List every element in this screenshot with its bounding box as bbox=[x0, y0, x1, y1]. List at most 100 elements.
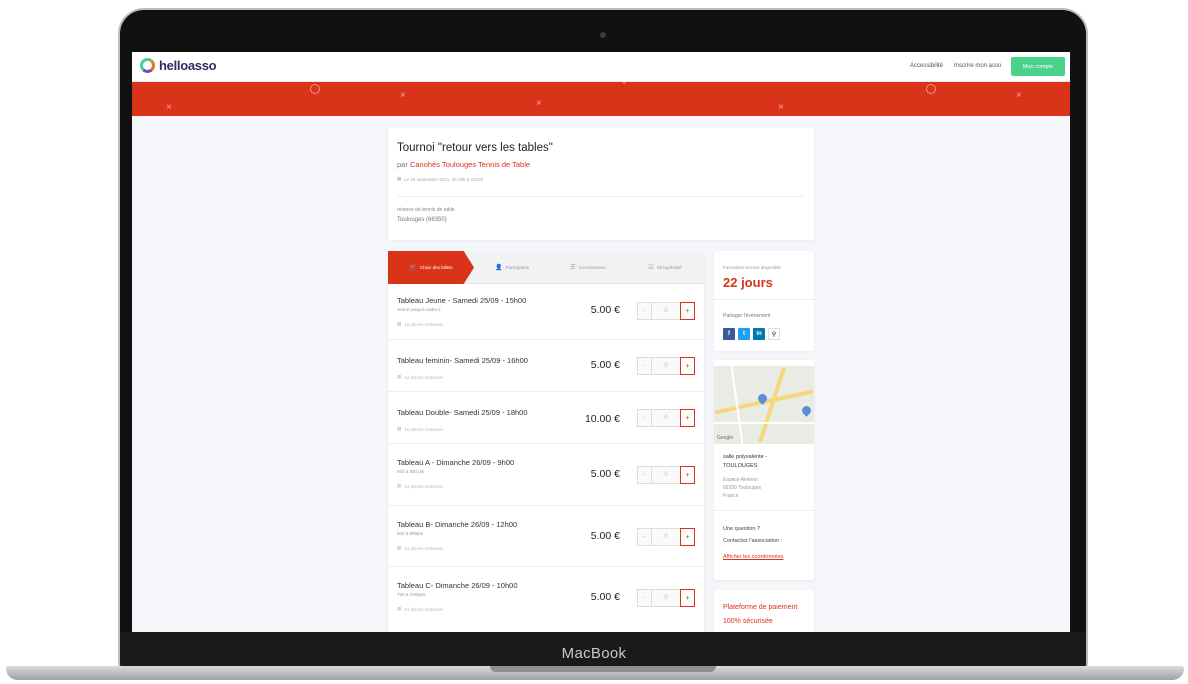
quantity-value[interactable]: 0 bbox=[652, 302, 680, 320]
quantity-stepper: − 0 + bbox=[637, 302, 695, 320]
ticket-name: Tableau feminin- Samedi 25/09 - 16h00 bbox=[397, 356, 528, 365]
increase-button[interactable]: + bbox=[680, 357, 695, 375]
location-card: Google salle polyvalente - TOULOUGES Esp… bbox=[714, 360, 814, 580]
decrease-button[interactable]: − bbox=[637, 357, 652, 375]
increase-button[interactable]: + bbox=[680, 302, 695, 320]
facebook-icon[interactable]: f bbox=[723, 328, 735, 340]
device-label: MacBook bbox=[561, 645, 627, 662]
ticket-row: Tableau B- Dimanche 26/09 - 12h00 500 à … bbox=[388, 506, 704, 567]
ticket-icon: ▦ bbox=[397, 606, 402, 611]
secure-payment-card: Plateforme de paiement 100% sécurisée bbox=[714, 590, 814, 632]
ticket-remaining: ▦ 24 places restantes bbox=[397, 483, 443, 489]
banner-ring-icon bbox=[310, 84, 320, 94]
camera-icon bbox=[600, 32, 606, 38]
event-title: Tournoi "retour vers les tables" bbox=[397, 142, 553, 154]
cart-icon: 🛒 bbox=[409, 265, 417, 271]
ticket-subtitle: 500 à 800 pts bbox=[397, 469, 425, 474]
ticket-remaining-text: 24 places restantes bbox=[404, 606, 444, 612]
decrease-button[interactable]: − bbox=[637, 589, 652, 607]
ticket-name: Tableau A - Dimanche 26/09 - 9h00 bbox=[397, 458, 515, 467]
quantity-value[interactable]: 0 bbox=[652, 589, 680, 607]
register-association-link[interactable]: Inscrire mon asso bbox=[954, 63, 1001, 69]
ticket-subtitle: 500 à 999pts bbox=[397, 531, 424, 536]
organizer-link[interactable]: Canohès Toulouges Tennis de Table bbox=[410, 160, 530, 169]
decrease-button[interactable]: − bbox=[637, 409, 652, 427]
logo[interactable]: helloasso bbox=[140, 58, 217, 73]
ticket-row: Tableau A - Dimanche 26/09 - 9h00 500 à … bbox=[388, 444, 704, 506]
event-date: ▦ Le 25 septembre 2021, de 09h à 23h30 bbox=[397, 176, 483, 182]
ticket-name: Tableau C- Dimanche 26/09 - 10h00 bbox=[397, 581, 518, 590]
tab-participants[interactable]: 👤 Participants bbox=[474, 251, 550, 284]
ticket-price: 5.00 € bbox=[590, 468, 620, 480]
availability-card: Formulaire encore disponible 22 jours Pa… bbox=[714, 251, 814, 351]
banner-cross-icon: × bbox=[400, 90, 406, 101]
decrease-button[interactable]: − bbox=[637, 302, 652, 320]
logo-icon bbox=[140, 58, 155, 73]
banner-cross-icon: × bbox=[166, 102, 172, 113]
decrease-button[interactable]: − bbox=[637, 528, 652, 546]
banner-cross-icon: + bbox=[622, 82, 627, 87]
quantity-stepper: − 0 + bbox=[637, 466, 695, 484]
quantity-value[interactable]: 0 bbox=[652, 409, 680, 427]
ticket-row: Tableau Double- Samedi 25/09 - 18h00 ▦ 1… bbox=[388, 392, 704, 444]
increase-button[interactable]: + bbox=[680, 589, 695, 607]
secure-payment-line2: 100% sécurisée bbox=[723, 618, 773, 625]
decrease-button[interactable]: − bbox=[637, 466, 652, 484]
ticket-icon: ▦ bbox=[397, 483, 402, 488]
ticket-price: 5.00 € bbox=[590, 530, 620, 542]
event-organizer: par Canohès Toulouges Tennis de Table bbox=[397, 160, 530, 169]
quantity-value[interactable]: 0 bbox=[652, 466, 680, 484]
tab-summary[interactable]: ☑ Récapitulatif bbox=[626, 251, 704, 284]
header-banner: × × × + × × bbox=[132, 82, 1070, 116]
map-road bbox=[714, 422, 814, 424]
link-icon[interactable]: ⚲ bbox=[768, 328, 780, 340]
tab-label: Choix des billets bbox=[419, 265, 453, 270]
ticket-price: 5.00 € bbox=[590, 591, 620, 603]
twitter-icon[interactable]: t bbox=[738, 328, 750, 340]
divider bbox=[714, 510, 814, 511]
increase-button[interactable]: + bbox=[680, 528, 695, 546]
list-icon: ☰ bbox=[570, 265, 576, 271]
banner-ring-icon bbox=[926, 84, 936, 94]
increase-button[interactable]: + bbox=[680, 466, 695, 484]
availability-label: Formulaire encore disponible bbox=[723, 265, 782, 270]
ticket-subtitle: Jeune jusqu'à cadet 2 bbox=[397, 307, 441, 312]
venue-address-line: Espace Aletenri bbox=[723, 477, 758, 483]
quantity-stepper: − 0 + bbox=[637, 589, 695, 607]
ticket-icon: ▦ bbox=[397, 374, 402, 379]
contact-text: Contactez l'association : bbox=[723, 538, 783, 544]
venue-address-line: 66350 Toulouges bbox=[723, 485, 761, 491]
quantity-stepper: − 0 + bbox=[637, 528, 695, 546]
event-info-card: Tournoi "retour vers les tables" par Can… bbox=[388, 128, 814, 240]
banner-cross-icon: × bbox=[1016, 90, 1022, 101]
question-title: Une question ? bbox=[723, 526, 760, 532]
ticket-remaining-text: 12 places restantes bbox=[404, 374, 444, 380]
quantity-stepper: − 0 + bbox=[637, 409, 695, 427]
location-map[interactable]: Google bbox=[714, 366, 814, 444]
tab-contact-details[interactable]: ☰ Coordonnées bbox=[550, 251, 626, 284]
quantity-value[interactable]: 0 bbox=[652, 357, 680, 375]
event-venue-type: réserve de tennis de table bbox=[397, 207, 455, 213]
quantity-value[interactable]: 0 bbox=[652, 528, 680, 546]
banner-cross-icon: × bbox=[778, 102, 784, 113]
google-logo: Google bbox=[717, 435, 734, 441]
check-icon: ☑ bbox=[648, 265, 654, 271]
ticket-remaining: ▦ 16 places restantes bbox=[397, 426, 443, 432]
divider bbox=[397, 196, 805, 197]
event-date-text: Le 25 septembre 2021, de 09h à 23h30 bbox=[404, 176, 484, 182]
linkedin-icon[interactable]: in bbox=[753, 328, 765, 340]
banner-cross-icon: × bbox=[536, 98, 542, 109]
ticket-subtitle: 750 à 1099pts bbox=[397, 592, 426, 597]
ticket-remaining-text: 16 places restantes bbox=[404, 321, 444, 327]
venue-name: salle polyvalente - bbox=[723, 454, 768, 460]
show-contact-link[interactable]: Afficher les coordonnées bbox=[723, 554, 783, 560]
accessibility-link[interactable]: Accessibilité bbox=[910, 63, 943, 69]
tab-ticket-choice[interactable]: 🛒 Choix des billets bbox=[388, 251, 474, 284]
divider bbox=[714, 299, 814, 300]
organizer-prefix: par bbox=[397, 160, 408, 169]
ticket-price: 10.00 € bbox=[584, 413, 620, 425]
tickets-card: 🛒 Choix des billets 👤 Participants ☰ Coo… bbox=[388, 251, 704, 632]
account-button[interactable]: Mon compte bbox=[1011, 57, 1065, 76]
increase-button[interactable]: + bbox=[680, 409, 695, 427]
ticket-name: Tableau B- Dimanche 26/09 - 12h00 bbox=[397, 520, 518, 529]
